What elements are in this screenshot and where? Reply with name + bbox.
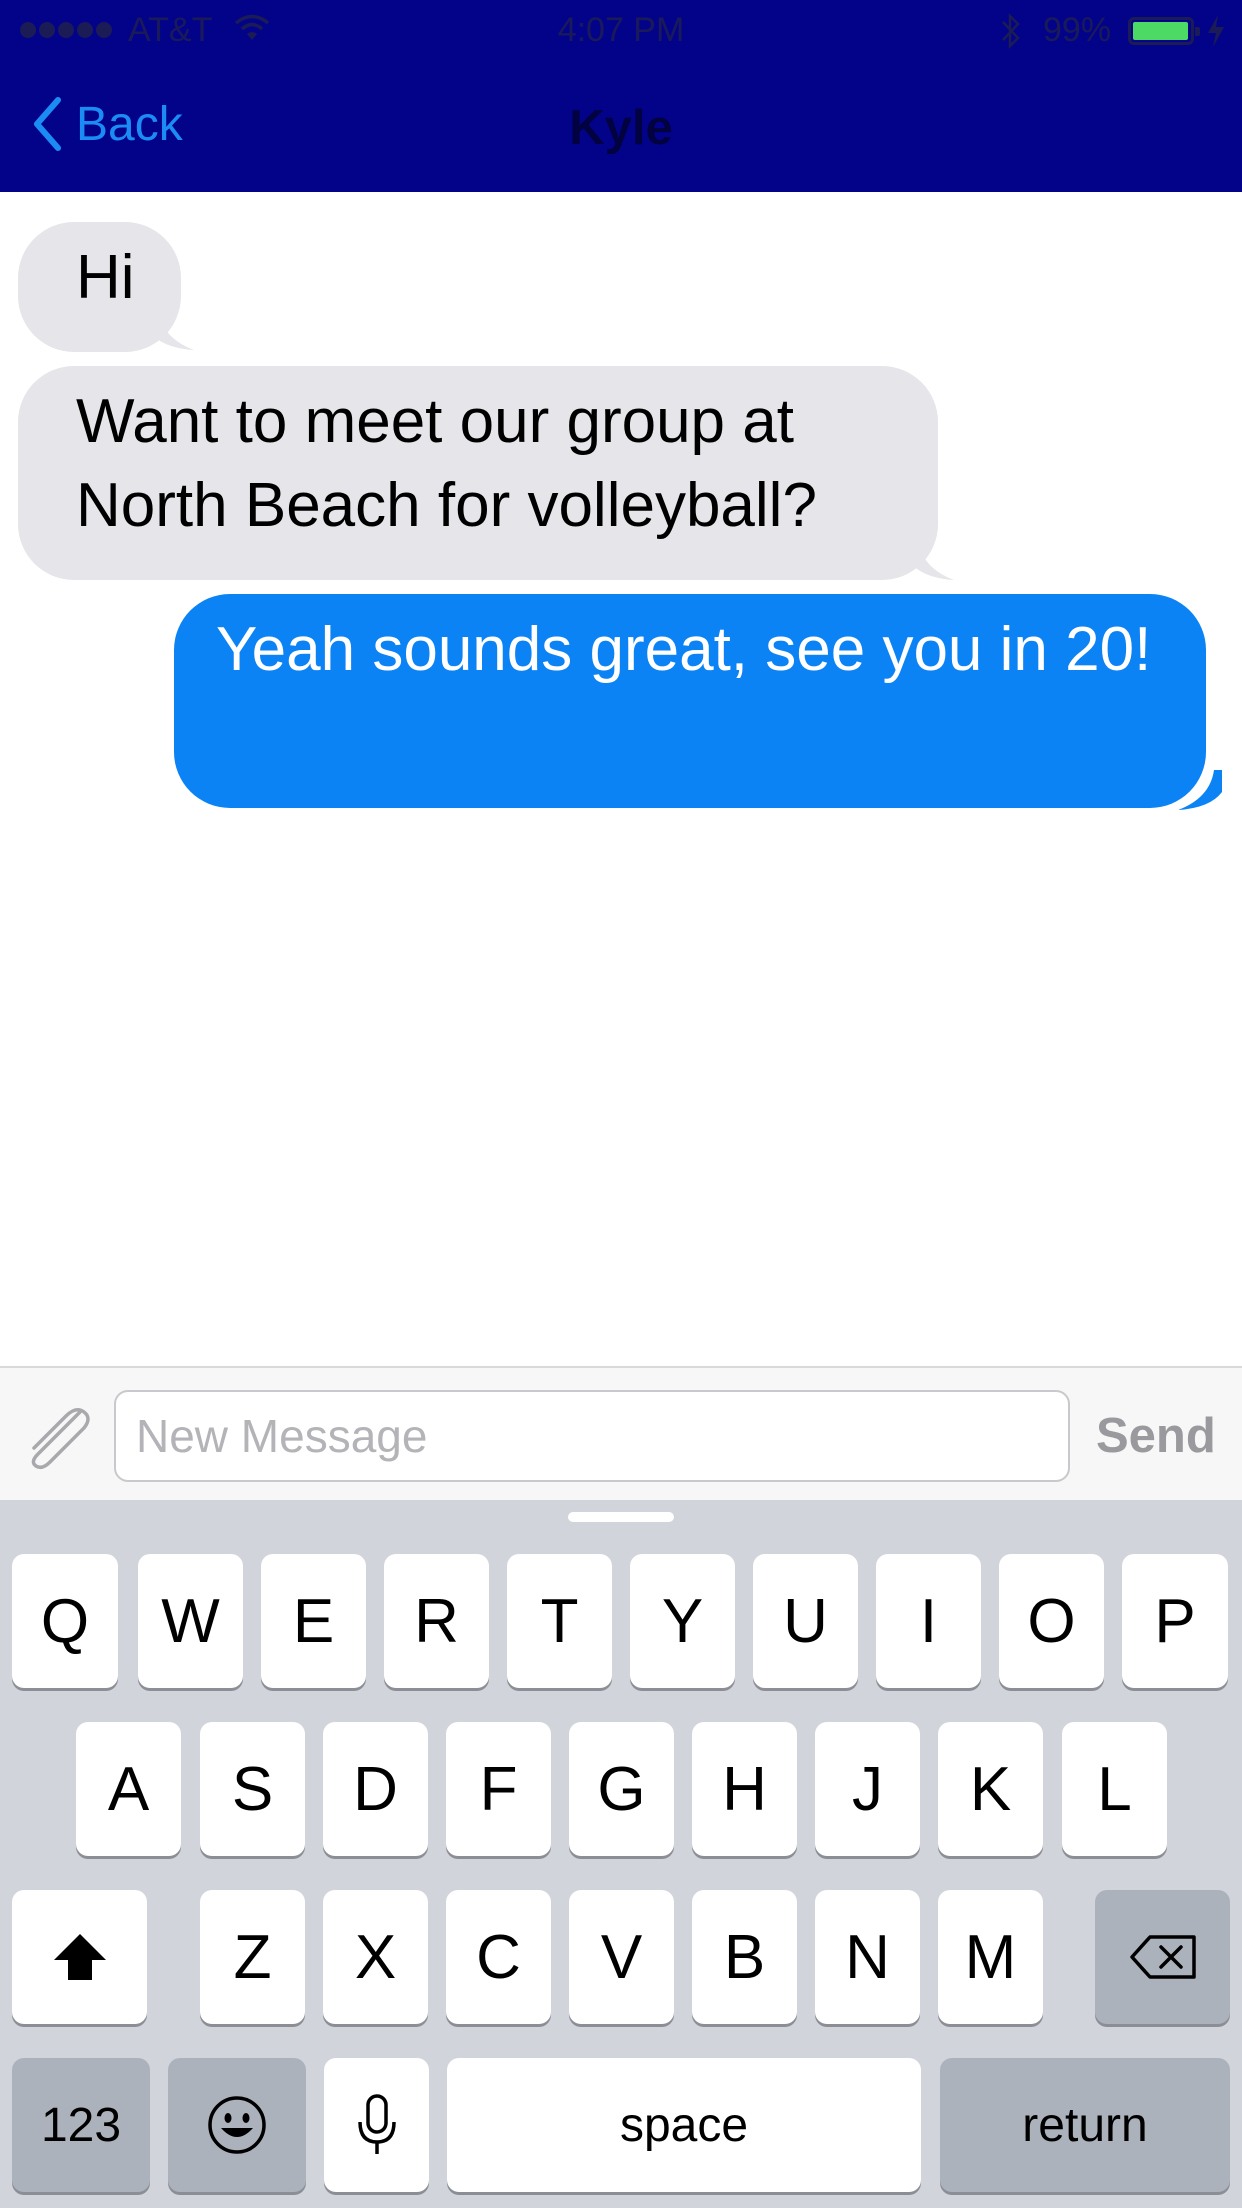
message-text: Yeah sounds great, see you in 20!	[216, 615, 1152, 684]
key-label: U	[783, 1586, 828, 1656]
key-d[interactable]: D	[323, 1722, 428, 1856]
key-label: V	[600, 1922, 643, 1992]
key-u[interactable]: U	[753, 1554, 858, 1688]
return-key[interactable]: return	[940, 2058, 1230, 2192]
key-label: Y	[661, 1586, 704, 1656]
space-key[interactable]: space	[447, 2058, 921, 2192]
delete-icon	[1129, 1935, 1196, 1979]
key-c[interactable]: C	[446, 1890, 551, 2024]
key-label: O	[1027, 1586, 1076, 1656]
key-x[interactable]: X	[323, 1890, 428, 2024]
shift-key[interactable]	[12, 1890, 147, 2024]
numbers-key[interactable]: 123	[12, 2058, 150, 2192]
key-label: S	[231, 1754, 274, 1824]
key-label: H	[722, 1754, 767, 1824]
key-label: Q	[40, 1586, 90, 1656]
key-label: X	[354, 1922, 397, 1992]
key-label: I	[919, 1586, 938, 1656]
message-input-bar: Send	[0, 1366, 1242, 1500]
conversation-title: Kyle	[569, 101, 673, 155]
key-q[interactable]: Q	[12, 1554, 118, 1688]
key-label: A	[107, 1754, 150, 1824]
header: AT&T 4:07 PM 99% Back Kyle	[0, 0, 1242, 192]
key-p[interactable]: P	[1122, 1554, 1228, 1688]
emoji-key[interactable]	[168, 2058, 306, 2192]
key-label: C	[476, 1922, 521, 1992]
key-label: return	[1022, 2098, 1148, 2152]
key-label: K	[969, 1754, 1012, 1824]
key-g[interactable]: G	[569, 1722, 674, 1856]
key-w[interactable]: W	[138, 1554, 243, 1688]
microphone-icon	[357, 2094, 396, 2154]
key-label: Z	[233, 1922, 272, 1992]
key-y[interactable]: Y	[630, 1554, 735, 1688]
key-m[interactable]: M	[938, 1890, 1043, 2024]
key-label: W	[161, 1586, 220, 1656]
key-label: T	[540, 1586, 579, 1656]
key-label: P	[1154, 1586, 1196, 1656]
key-n[interactable]: N	[815, 1890, 920, 2024]
key-label: B	[723, 1922, 766, 1992]
delete-key[interactable]	[1095, 1890, 1230, 2024]
key-t[interactable]: T	[507, 1554, 612, 1688]
battery-percent: 99%	[1043, 11, 1112, 49]
charging-icon	[1208, 15, 1224, 47]
key-i[interactable]: I	[876, 1554, 981, 1688]
key-v[interactable]: V	[569, 1890, 674, 2024]
key-s[interactable]: S	[200, 1722, 305, 1856]
emoji-icon	[208, 2096, 266, 2154]
key-e[interactable]: E	[261, 1554, 366, 1688]
key-b[interactable]: B	[692, 1890, 797, 2024]
key-label: 123	[40, 2098, 122, 2152]
message-text: Want to meet our group at North Beach fo…	[76, 387, 817, 540]
key-label: N	[845, 1922, 890, 1992]
message-text: Hi	[76, 243, 135, 312]
key-z[interactable]: Z	[200, 1890, 305, 2024]
message-bubble-outgoing[interactable]: Yeah sounds great, see you in 20!	[174, 594, 1206, 808]
shift-icon	[53, 1934, 106, 1980]
key-label: space	[619, 2098, 749, 2152]
key-label: F	[479, 1754, 518, 1824]
key-f[interactable]: F	[446, 1722, 551, 1856]
status-bar: AT&T 4:07 PM 99%	[0, 0, 1242, 60]
key-label: G	[597, 1754, 646, 1824]
key-l[interactable]: L	[1062, 1722, 1167, 1856]
key-label: J	[852, 1754, 883, 1824]
key-label: D	[353, 1754, 398, 1824]
key-h[interactable]: H	[692, 1722, 797, 1856]
key-label: M	[964, 1922, 1017, 1992]
keyboard-grabber[interactable]	[568, 1512, 674, 1522]
key-label: R	[414, 1586, 459, 1656]
message-bubble-incoming[interactable]: Hi	[18, 222, 181, 352]
key-j[interactable]: J	[815, 1722, 920, 1856]
bluetooth-icon	[1002, 12, 1020, 50]
paperclip-icon[interactable]	[22, 1404, 94, 1470]
message-input[interactable]	[114, 1390, 1070, 1482]
key-k[interactable]: K	[938, 1722, 1043, 1856]
battery-icon	[1128, 17, 1200, 45]
keyboard: Q W E R T Y U I O P A S D F G H J K L Z …	[0, 1500, 1242, 2208]
dictation-key[interactable]	[324, 2058, 429, 2192]
key-a[interactable]: A	[76, 1722, 181, 1856]
key-r[interactable]: R	[384, 1554, 489, 1688]
key-label: L	[1097, 1754, 1132, 1824]
message-bubble-incoming[interactable]: Want to meet our group at North Beach fo…	[18, 366, 938, 580]
send-button[interactable]: Send	[1096, 1408, 1216, 1464]
key-o[interactable]: O	[999, 1554, 1104, 1688]
key-label: E	[292, 1586, 335, 1656]
